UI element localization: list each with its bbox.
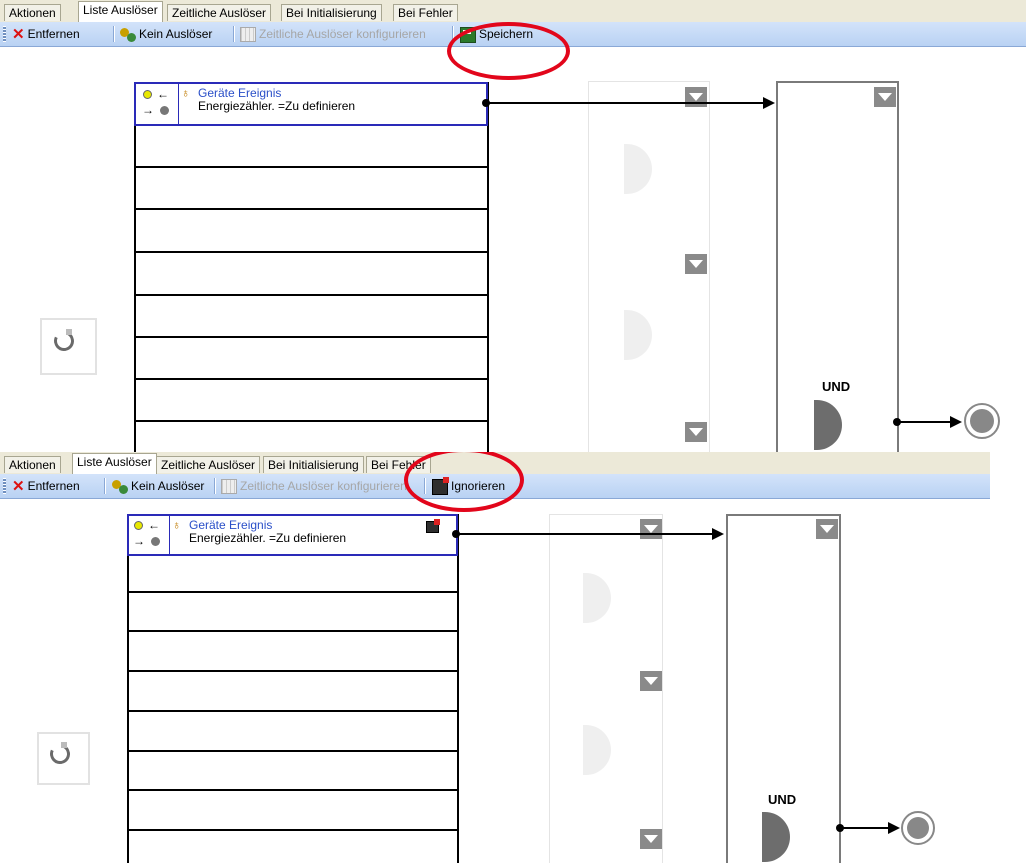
tab-liste-ausloeser[interactable]: Liste Auslöser [72,453,157,474]
editor-panel-top: Aktionen Liste Auslöser Zeitliche Auslös… [0,0,1026,452]
connections [482,97,962,428]
tab-liste-ausloeser[interactable]: Liste Auslöser [78,1,163,22]
connections [452,528,900,834]
editor-panel-bottom: Aktionen Liste Auslöser Zeitliche Auslös… [0,452,990,863]
